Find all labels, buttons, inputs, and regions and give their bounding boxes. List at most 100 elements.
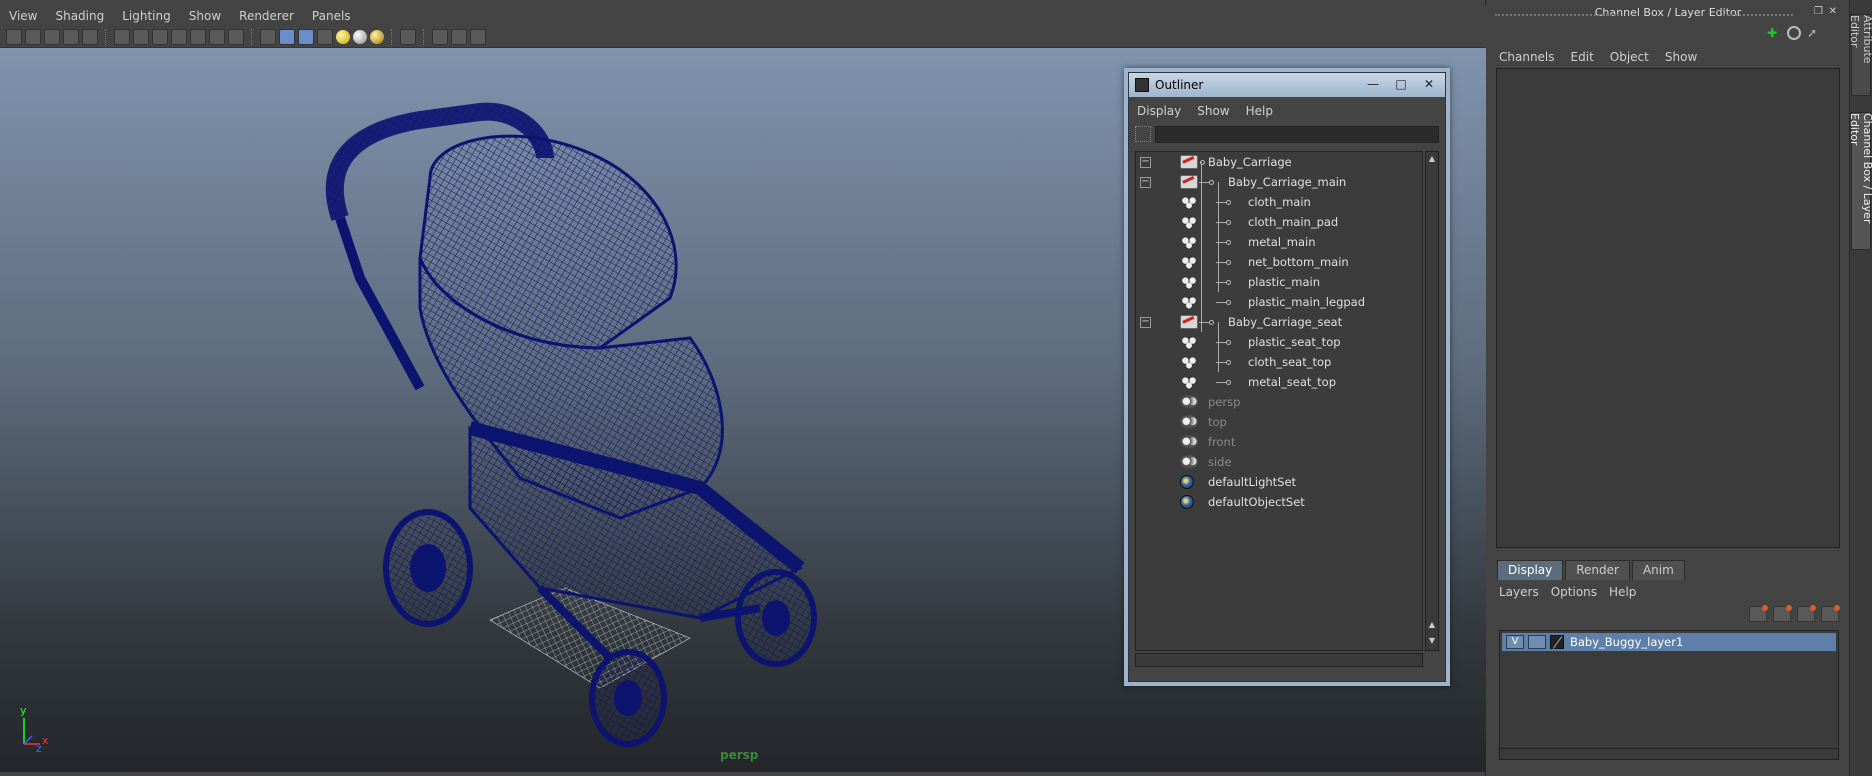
tab-attribute-editor[interactable]: Attribute Editor — [1848, 14, 1872, 96]
outliner-item-label: metal_seat_top — [1248, 375, 1336, 389]
scroll-up-icon[interactable]: ▲ — [1426, 152, 1438, 166]
tab-display[interactable]: Display — [1497, 560, 1564, 580]
outliner-item[interactable]: cloth_seat_top — [1136, 352, 1422, 372]
film-gate-icon[interactable] — [133, 28, 149, 45]
safe-title-icon[interactable] — [228, 28, 244, 45]
layer-name[interactable]: Baby_Buggy_layer1 — [1570, 635, 1683, 649]
move-axis-icon[interactable]: ✚ — [1767, 26, 1781, 40]
help-menu[interactable]: Help — [1609, 585, 1636, 599]
outliner-item[interactable]: metal_main — [1136, 232, 1422, 252]
edit-menu[interactable]: Edit — [1569, 50, 1602, 64]
outliner-item[interactable]: plastic_main_legpad — [1136, 292, 1422, 312]
outliner-item[interactable]: cloth_main_pad — [1136, 212, 1422, 232]
show-menu[interactable]: Show — [1663, 50, 1705, 64]
close-icon[interactable]: ✕ — [1415, 75, 1443, 93]
image-plane-icon[interactable] — [63, 28, 79, 45]
outliner-item[interactable]: persp — [1136, 392, 1422, 412]
xray-components-icon[interactable] — [470, 28, 486, 45]
minimize-icon[interactable]: — — [1359, 75, 1387, 93]
options-menu[interactable]: Options — [1551, 585, 1597, 599]
outliner-item[interactable]: metal_seat_top — [1136, 372, 1422, 392]
use-default-light-icon[interactable] — [336, 29, 350, 44]
use-all-lights-icon[interactable] — [353, 29, 367, 44]
move-layer-down-icon[interactable] — [1773, 605, 1792, 622]
outliner-item[interactable]: top — [1136, 412, 1422, 432]
outliner-item[interactable]: defaultLightSet — [1136, 472, 1422, 492]
2d-pan-zoom-icon[interactable] — [82, 28, 98, 45]
outliner-item[interactable]: front — [1136, 432, 1422, 452]
menu-show[interactable]: Show — [180, 9, 230, 23]
outliner-menu-help[interactable]: Help — [1238, 104, 1281, 118]
layer-row[interactable]: V Baby_Buggy_layer1 — [1502, 633, 1836, 651]
safe-action-icon[interactable] — [209, 28, 225, 45]
pin-icon[interactable]: ➚ — [1807, 26, 1821, 40]
menu-lighting[interactable]: Lighting — [113, 9, 180, 23]
smooth-shade-icon[interactable] — [279, 28, 295, 45]
camera-attributes-icon[interactable] — [25, 28, 41, 45]
layer-list[interactable]: V Baby_Buggy_layer1 — [1499, 630, 1839, 756]
collapse-toggle-icon[interactable]: − — [1140, 317, 1151, 328]
tab-anim[interactable]: Anim — [1631, 560, 1685, 580]
outliner-item[interactable]: − Baby_Carriage_main — [1136, 172, 1422, 192]
outliner-item[interactable]: − Baby_Carriage — [1136, 152, 1422, 172]
outliner-titlebar[interactable]: Outliner — □ ✕ — [1129, 73, 1445, 97]
field-chart-icon[interactable] — [190, 28, 206, 45]
menu-shading[interactable]: Shading — [46, 9, 113, 23]
channels-menu[interactable]: Channels — [1497, 50, 1563, 64]
collapse-toggle-icon[interactable]: − — [1140, 177, 1151, 188]
gate-mask-icon[interactable] — [171, 28, 187, 45]
outliner-item[interactable]: plastic_main — [1136, 272, 1422, 292]
hierarchy-connector-icon — [1226, 200, 1231, 205]
new-layer-from-selected-icon[interactable] — [1821, 605, 1840, 622]
menu-view[interactable]: View — [0, 9, 46, 23]
maximize-icon[interactable]: □ — [1387, 75, 1415, 93]
menu-panels[interactable]: Panels — [303, 9, 360, 23]
outliner-item-label: front — [1208, 435, 1236, 449]
outliner-item[interactable]: defaultObjectSet — [1136, 492, 1422, 512]
outliner-item[interactable]: cloth_main — [1136, 192, 1422, 212]
menu-renderer[interactable]: Renderer — [230, 9, 303, 23]
move-layer-up-icon[interactable] — [1749, 605, 1768, 622]
outliner-menu-show[interactable]: Show — [1189, 104, 1237, 118]
outliner-item[interactable]: plastic_seat_top — [1136, 332, 1422, 352]
select-camera-icon[interactable] — [6, 28, 22, 45]
outliner-menu-display[interactable]: Display — [1129, 104, 1189, 118]
axis-z-label: z — [36, 742, 42, 755]
panel-splitter[interactable] — [1487, 552, 1849, 558]
outliner-window[interactable]: Outliner — □ ✕ Display Show Help − Baby_C… — [1128, 72, 1446, 682]
scroll-down-icon[interactable]: ▼ — [1426, 634, 1438, 648]
outliner-search-input[interactable] — [1155, 125, 1439, 143]
layer-playback-toggle[interactable] — [1528, 635, 1546, 649]
outliner-item[interactable]: net_bottom_main — [1136, 252, 1422, 272]
outliner-item[interactable]: − Baby_Carriage_seat — [1136, 312, 1422, 332]
tab-channel-box-layer-editor[interactable]: Channel Box / Layer Editor — [1848, 112, 1872, 250]
wireframe-on-shaded-icon[interactable] — [298, 28, 314, 45]
shadows-icon[interactable] — [370, 29, 384, 44]
layer-color-swatch[interactable] — [1550, 635, 1564, 649]
bookmarks-icon[interactable] — [44, 28, 60, 45]
filter-toggle-icon[interactable] — [1135, 126, 1151, 142]
grid-icon[interactable] — [114, 28, 130, 45]
xray-joints-icon[interactable] — [451, 28, 467, 45]
tab-render[interactable]: Render — [1565, 560, 1630, 580]
channel-box-area[interactable] — [1496, 68, 1840, 548]
isolate-select-icon[interactable] — [400, 28, 416, 45]
wireframe-icon[interactable] — [260, 28, 276, 45]
resolution-gate-icon[interactable] — [152, 28, 168, 45]
layers-menu[interactable]: Layers — [1499, 585, 1539, 599]
outliner-horizontal-scrollbar[interactable] — [1135, 653, 1423, 667]
xray-icon[interactable] — [432, 28, 448, 45]
object-menu[interactable]: Object — [1608, 50, 1657, 64]
close-panel-icon[interactable]: ✕ — [1829, 6, 1837, 17]
rotate-icon[interactable] — [1787, 26, 1801, 40]
float-panel-icon[interactable]: ❐ — [1814, 6, 1823, 17]
layer-visibility-toggle[interactable]: V — [1506, 635, 1524, 649]
outliner-tree[interactable]: − Baby_Carriage − Baby_Carriage_main cloth_m… — [1135, 151, 1423, 651]
scroll-up-icon[interactable]: ▲ — [1426, 618, 1438, 632]
new-empty-layer-icon[interactable] — [1797, 605, 1816, 622]
collapse-toggle-icon[interactable]: − — [1140, 157, 1151, 168]
textured-icon[interactable] — [317, 28, 333, 45]
layer-list-scrollbar[interactable] — [1499, 748, 1839, 760]
outliner-item[interactable]: side — [1136, 452, 1422, 472]
outliner-vertical-scrollbar[interactable]: ▲ ▲ ▼ — [1425, 151, 1439, 651]
